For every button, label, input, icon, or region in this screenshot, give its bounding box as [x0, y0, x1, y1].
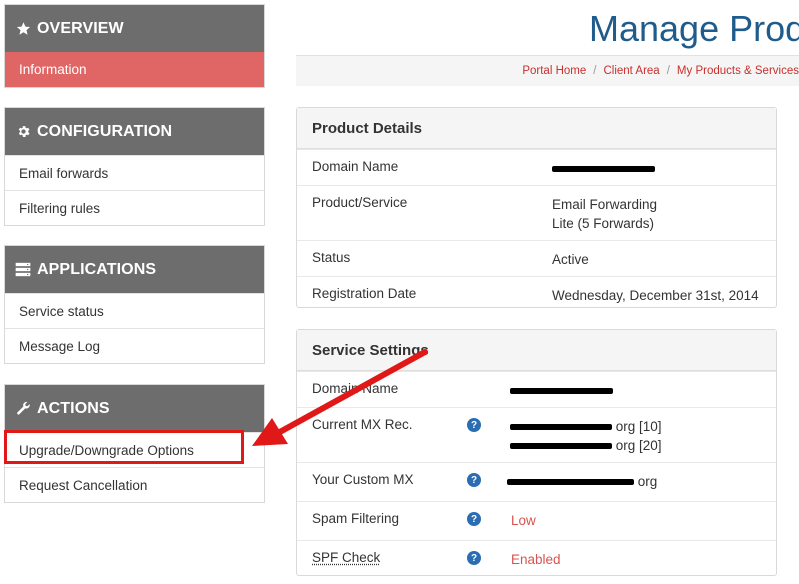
breadcrumb-portal-home[interactable]: Portal Home: [522, 65, 586, 77]
product-value-line-2: Lite (5 Forwards): [552, 216, 655, 231]
panel-header-applications: APPLICATIONS: [5, 246, 264, 293]
sidebar-panel-overview: OVERVIEW Information: [4, 4, 265, 88]
mx-record-2-suffix: org [20]: [615, 438, 662, 453]
redacted-domain-value: [510, 381, 613, 400]
panel-header-configuration: CONFIGURATION: [5, 108, 264, 155]
service-row-domain: Domain Name: [297, 371, 776, 407]
panel-title: APPLICATIONS: [37, 260, 157, 278]
breadcrumb-separator: /: [593, 65, 597, 77]
sidebar-item-email-forwards[interactable]: Email forwards: [5, 155, 264, 190]
wrench-icon: [15, 401, 31, 417]
redacted-custom-mx: [507, 479, 634, 486]
row-label: Domain Name: [312, 159, 399, 174]
gear-icon: [15, 124, 31, 140]
sidebar-item-service-status[interactable]: Service status: [5, 293, 264, 328]
help-icon[interactable]: ?: [467, 418, 481, 432]
sidebar-item-message-log[interactable]: Message Log: [5, 328, 264, 363]
breadcrumb-my-products[interactable]: My Products & Services: [677, 65, 799, 77]
service-row-spam-filtering: Spam Filtering ? Low: [297, 501, 776, 540]
row-label: Registration Date: [312, 286, 417, 301]
redacted-domain-value: [552, 159, 655, 178]
annotation-highlight-box: [4, 430, 244, 464]
row-label: Status: [312, 250, 351, 265]
product-value-line-1: Email Forwarding: [552, 197, 658, 212]
service-row-custom-mx: Your Custom MX ? org: [297, 462, 776, 501]
row-label: Current MX Rec.: [312, 417, 413, 432]
detail-row-registration-date: Registration Date Wednesday, December 31…: [297, 276, 776, 312]
help-icon[interactable]: ?: [467, 473, 481, 487]
breadcrumb-client-area[interactable]: Client Area: [603, 65, 659, 77]
panel-title: OVERVIEW: [37, 19, 124, 37]
redacted-mx-1: [510, 424, 612, 431]
detail-row-status: Status Active: [297, 240, 776, 276]
row-label: Product/Service: [312, 195, 408, 210]
panel-title: ACTIONS: [37, 399, 110, 417]
product-details-card: Product Details Domain Name Product/Serv…: [296, 107, 777, 308]
mx-record-1-suffix: org [10]: [615, 419, 662, 434]
detail-row-domain: Domain Name: [297, 149, 776, 185]
spam-filtering-value[interactable]: Low: [511, 511, 536, 530]
sidebar-panel-configuration: CONFIGURATION Email forwards Filtering r…: [4, 107, 265, 226]
help-icon[interactable]: ?: [467, 512, 481, 526]
panel-header-overview: OVERVIEW: [5, 5, 264, 52]
card-title: Service Settings: [297, 330, 776, 371]
service-settings-card: Service Settings Domain Name Current MX …: [296, 329, 777, 576]
sidebar-item-filtering-rules[interactable]: Filtering rules: [5, 190, 264, 225]
card-title: Product Details: [297, 108, 776, 149]
registration-date-value: Wednesday, December 31st, 2014: [552, 288, 759, 303]
row-label: SPF Check: [312, 550, 381, 565]
row-label: Domain Name: [312, 381, 399, 396]
custom-mx-suffix: org: [637, 474, 658, 489]
spf-check-value[interactable]: Enabled: [511, 550, 561, 569]
page-title: Manage Prod: [589, 8, 799, 49]
server-icon: [15, 262, 31, 278]
sidebar-item-information[interactable]: Information: [5, 52, 264, 87]
help-icon[interactable]: ?: [467, 551, 481, 565]
service-row-spf-check: SPF Check ? Enabled: [297, 540, 776, 575]
detail-row-product: Product/Service Email Forwarding Lite (5…: [297, 185, 776, 240]
panel-title: CONFIGURATION: [37, 122, 173, 140]
row-label: Your Custom MX: [312, 472, 414, 487]
row-label: Spam Filtering: [312, 511, 400, 526]
star-icon: [15, 21, 31, 37]
sidebar-panel-applications: APPLICATIONS Service status Message Log: [4, 245, 265, 364]
breadcrumb: Portal Home / Client Area / My Products …: [296, 55, 799, 86]
service-row-mx: Current MX Rec. ? org [10] org [20]: [297, 407, 776, 462]
redacted-mx-2: [510, 443, 612, 450]
breadcrumb-separator: /: [666, 65, 670, 77]
status-value: Active: [552, 252, 589, 267]
panel-header-actions: ACTIONS: [5, 385, 264, 432]
sidebar-item-request-cancellation[interactable]: Request Cancellation: [5, 467, 264, 502]
